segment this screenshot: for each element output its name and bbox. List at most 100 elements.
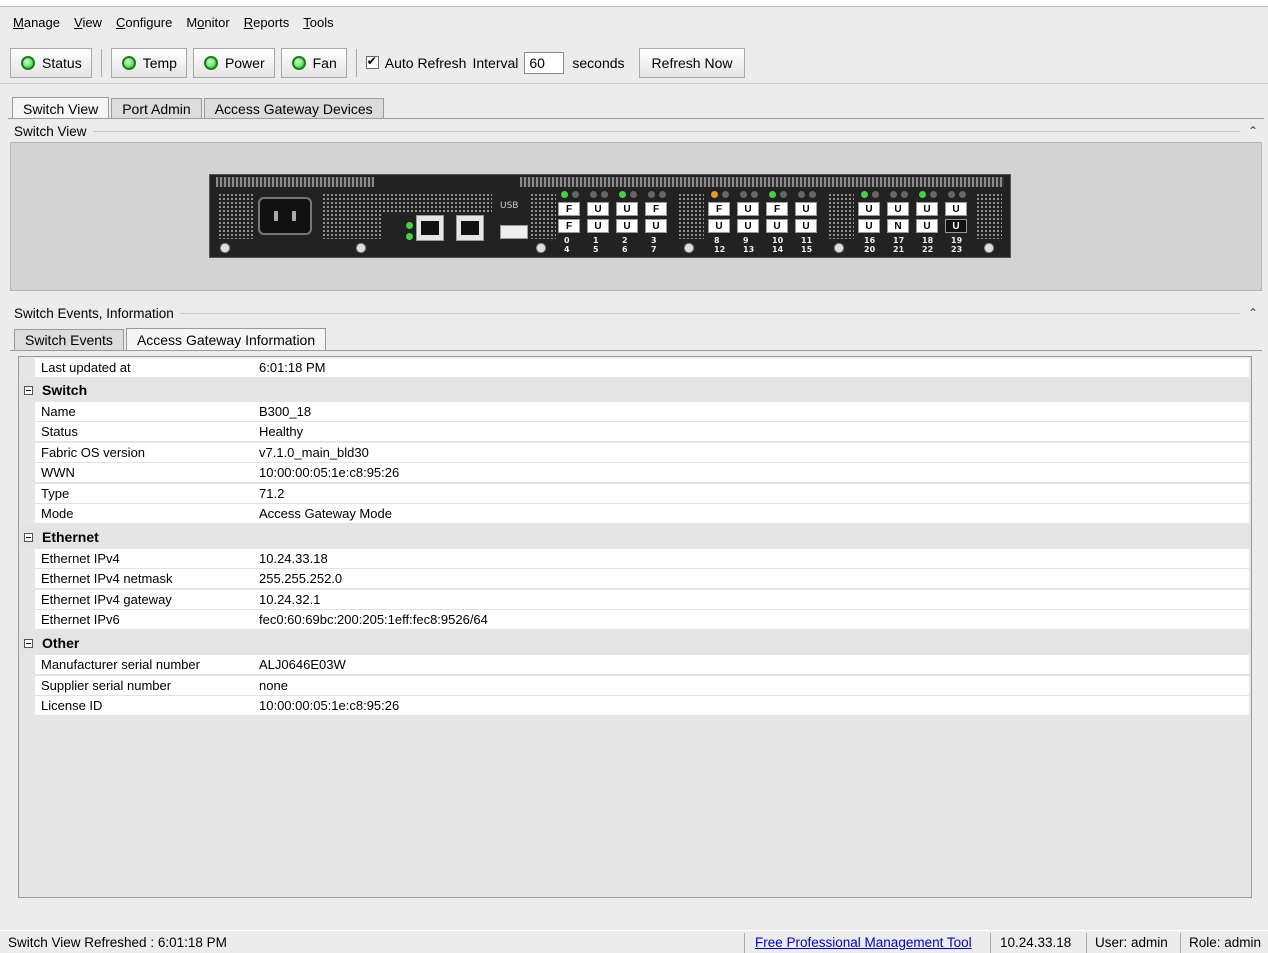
fc-port-top[interactable]: F [766,202,788,216]
minus-box-icon[interactable] [24,532,33,542]
toolbar-separator [355,48,357,77]
double-chevron-up-icon[interactable]: ⌃ [1248,306,1260,320]
ethernet-port-icon[interactable] [416,215,444,241]
row-key: Type [41,486,70,501]
serial-port-icon[interactable] [456,215,484,241]
minus-box-icon[interactable] [24,385,33,395]
menu-label-rest: iew [82,14,102,30]
double-chevron-up-icon[interactable]: ⌃ [1248,124,1260,138]
toolbar: Status Temp Power Fan Auto Refresh Inter… [0,42,1268,84]
port-number-label: 11 [801,236,813,245]
menu-reports[interactable]: Reports [237,15,297,30]
fc-port-top[interactable]: F [708,202,730,216]
row-value: v7.1.0_main_bld30 [259,445,369,460]
tab-underline [10,350,1262,351]
switch-view-title: Switch View [0,123,93,139]
section-divider [92,130,1240,132]
fc-port-bottom[interactable]: N [887,219,909,233]
tab-underline [8,118,1264,119]
row-value: Access Gateway Mode [259,506,392,521]
free-management-tool-link[interactable]: Free Professional Management Tool [755,935,972,950]
table-row: Ethernet IPv4 10.24.33.18 [35,549,1249,569]
port-led-icon [572,191,579,198]
fan-button[interactable]: Fan [280,47,347,78]
fc-port-bottom[interactable]: U [945,219,967,233]
fc-port-bottom[interactable]: U [737,219,759,233]
tab-port-admin[interactable]: Port Admin [111,98,202,119]
fc-port-bottom[interactable]: U [587,219,609,233]
fc-port-bottom[interactable]: U [645,219,667,233]
chassis-top-vent [520,177,1004,187]
mgmt-led-icon [406,222,413,229]
fc-port-top[interactable]: U [945,202,967,216]
fc-port-bottom[interactable]: U [916,219,938,233]
table-row: Name B300_18 [35,402,1249,422]
status-user: User: admin [1095,934,1168,950]
fc-port-top[interactable]: U [616,202,638,216]
port-led-icon [659,191,666,198]
menu-tools[interactable]: Tools [296,15,340,30]
port-led-icon [872,191,879,198]
fc-port-top[interactable]: U [858,202,880,216]
menu-manage[interactable]: Manage [6,15,67,30]
table-row: Last updated at 6:01:18 PM [35,358,1249,378]
temp-button[interactable]: Temp [110,47,187,78]
screw-icon [984,243,994,253]
row-key: Ethernet IPv6 [41,612,120,627]
auto-refresh-label: Auto Refresh [384,54,467,71]
row-key: Status [41,424,78,439]
fc-port-bottom[interactable]: F [558,219,580,233]
port-led-icon [948,191,955,198]
port-led-icon [901,191,908,198]
auto-refresh-checkbox[interactable] [365,54,379,69]
group-header-ethernet[interactable]: Ethernet [21,526,1251,548]
fc-port-top[interactable]: F [645,202,667,216]
screw-icon [684,243,694,253]
row-key: Fabric OS version [41,445,146,460]
table-row: WWN 10:00:00:05:1e:c8:95:26 [35,463,1249,483]
fc-port-top[interactable]: U [795,202,817,216]
green-status-led-icon [21,55,35,70]
info-tabs: Switch Events Access Gateway Information [14,328,328,350]
fc-port-top[interactable]: U [737,202,759,216]
table-row: Supplier serial number none [35,676,1249,696]
menu-view[interactable]: View [67,15,109,30]
fc-port-bottom[interactable]: U [616,219,638,233]
tab-access-gateway-information[interactable]: Access Gateway Information [125,328,327,350]
row-key: Mode [41,506,74,521]
tab-switch-events[interactable]: Switch Events [14,329,124,350]
status-button[interactable]: Status [10,47,92,78]
menu-configure[interactable]: Configure [109,15,179,30]
fc-port-top[interactable]: F [558,202,580,216]
fc-port-top[interactable]: U [916,202,938,216]
fc-port-bottom[interactable]: U [766,219,788,233]
screw-icon [220,243,230,253]
fc-port-top[interactable]: U [887,202,909,216]
port-number-label: 8 [714,236,720,245]
port-led-icon [619,191,626,198]
tab-access-gateway-devices[interactable]: Access Gateway Devices [203,98,384,119]
green-status-led-icon [291,55,306,70]
group-header-switch[interactable]: Switch [21,379,1251,401]
port-led-icon [861,191,868,198]
fc-port-bottom[interactable]: U [858,219,880,233]
tab-switch-view[interactable]: Switch View [12,97,110,119]
power-button[interactable]: Power [192,47,275,78]
fc-port-top[interactable]: U [587,202,609,216]
port-led-icon [769,191,776,198]
menu-monitor[interactable]: Monitor [179,15,236,30]
minus-box-icon[interactable] [24,638,33,648]
port-led-icon [630,191,637,198]
interval-input[interactable] [524,51,565,74]
fc-port-bottom[interactable]: U [795,219,817,233]
power-inlet-icon [258,197,312,235]
refresh-now-button[interactable]: Refresh Now [638,47,746,78]
switch-chassis-graphic[interactable]: USB F F 0 4 U U 1 5 U U 2 6 F U 3 7 F U 8 12 U U 9 13 F U 10 14 U U 11… [209,174,1011,258]
usb-port-icon[interactable] [500,225,528,239]
group-header-other[interactable]: Other [21,632,1251,654]
port-number-label: 22 [922,245,934,254]
fc-port-bottom[interactable]: U [708,219,730,233]
chassis-vent [322,193,382,239]
row-key: Last updated at [41,360,131,375]
port-led-icon [648,191,655,198]
